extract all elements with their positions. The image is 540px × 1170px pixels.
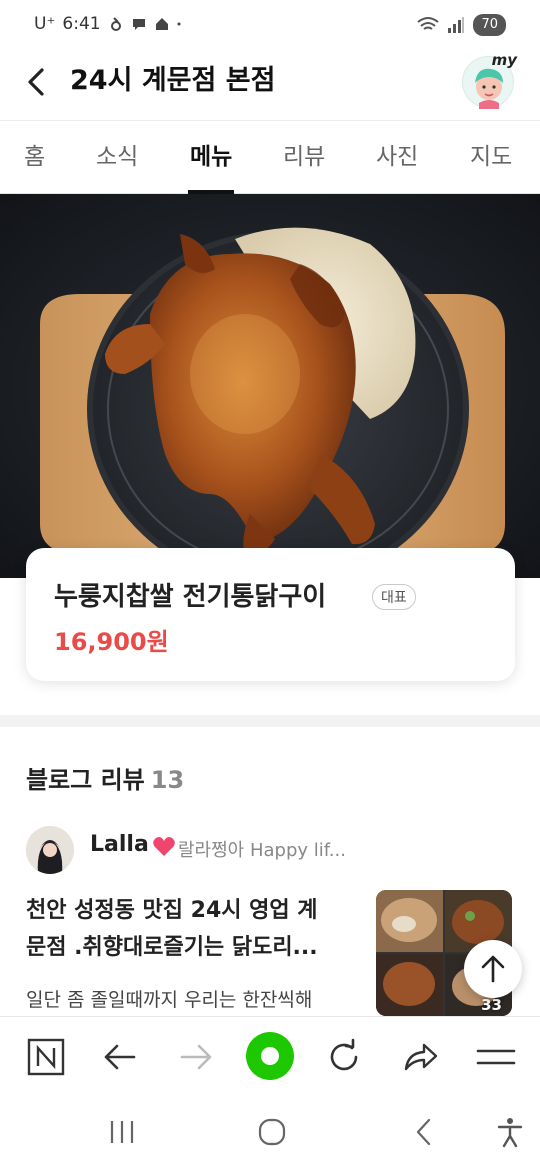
refresh-icon[interactable] [322, 1035, 366, 1079]
roast-chicken-photo [0, 194, 540, 578]
blog-review-title: 블로그 리뷰 [26, 766, 145, 794]
status-right: 70 [417, 14, 506, 36]
home-notify-icon [155, 18, 168, 30]
section-divider [0, 715, 540, 727]
blog-author-row[interactable]: Lalla 랄라쩡아 Happy lif... [26, 826, 516, 874]
signal-icon [448, 17, 465, 33]
tab-review[interactable]: 리뷰 [283, 139, 325, 179]
share-icon[interactable] [398, 1035, 442, 1079]
tab-map[interactable]: 지도 [470, 139, 512, 179]
dot-icon [177, 22, 181, 26]
battery-indicator: 70 [473, 14, 506, 36]
system-navigation-bar [0, 1094, 540, 1170]
photo-count: 33 [481, 996, 502, 1014]
page-header: 24시 계문점 본점 my [0, 51, 540, 120]
accessibility-icon[interactable] [494, 1116, 526, 1148]
menu-item-card[interactable]: 누룽지찹쌀 전기통닭구이 대표 16,900원 [26, 548, 515, 681]
forward-icon[interactable] [174, 1035, 218, 1079]
my-profile-button[interactable]: my [462, 51, 517, 109]
green-dot-home-button[interactable] [246, 1032, 294, 1080]
blog-post-snippet: 일단 좀 졸일때까지 우리는 한잔씩해 [26, 989, 313, 1011]
menu-item-name: 누룽지찹쌀 전기통닭구이 [54, 582, 327, 612]
back-icon[interactable] [98, 1035, 142, 1079]
author-photo [26, 826, 74, 874]
menu-item-price: 16,900원 [54, 628, 169, 656]
author-blog-name: 랄라쩡아 Happy lif... [178, 840, 346, 861]
scroll-to-top-button[interactable] [464, 940, 522, 998]
tab-menu[interactable]: 메뉴 [188, 139, 235, 194]
tab-bar: 홈 소식 메뉴 리뷰 사진 지도 [0, 120, 540, 194]
home-icon[interactable] [256, 1116, 288, 1148]
representative-badge: 대표 [372, 584, 416, 610]
menu-photo[interactable] [0, 194, 540, 578]
tab-home[interactable]: 홈 [24, 139, 45, 179]
wifi-icon [417, 17, 440, 30]
chat-icon [132, 19, 145, 30]
blog-review-heading: 블로그 리뷰 13 [26, 760, 184, 795]
page-title: 24시 계문점 본점 [70, 65, 276, 96]
menu-icon[interactable] [474, 1035, 518, 1079]
green-dot-icon [261, 1047, 279, 1065]
blog-post-title-line2: 문점 .취향대로즐기는 닭도리... [26, 935, 318, 960]
tab-news[interactable]: 소식 [96, 139, 138, 179]
status-time: 6:41 [62, 14, 101, 34]
system-back-icon[interactable] [408, 1116, 440, 1148]
author-name: Lalla [90, 832, 149, 857]
notification-icon [110, 17, 121, 31]
naver-n-icon[interactable] [24, 1035, 68, 1079]
blog-review-count: 13 [150, 766, 185, 794]
browser-toolbar [0, 1016, 540, 1094]
status-bar: U⁺ 6:41 70 [0, 0, 540, 52]
recent-apps-icon[interactable] [106, 1116, 138, 1148]
author-avatar [26, 826, 74, 874]
blog-post-title-line1: 천안 성정동 맛집 24시 영업 계 [26, 898, 318, 923]
tab-menu-label: 메뉴 [190, 144, 233, 170]
status-left: U⁺ 6:41 [34, 14, 185, 34]
blog-post-title[interactable]: 천안 성정동 맛집 24시 영업 계 문점 .취향대로즐기는 닭도리... [26, 892, 346, 966]
my-label: my [491, 51, 517, 69]
carrier-label: U⁺ [34, 14, 56, 34]
arrow-up-icon [481, 955, 505, 983]
tab-photo[interactable]: 사진 [376, 139, 418, 179]
heart-icon [153, 837, 175, 856]
back-arrow-icon[interactable] [20, 62, 56, 102]
